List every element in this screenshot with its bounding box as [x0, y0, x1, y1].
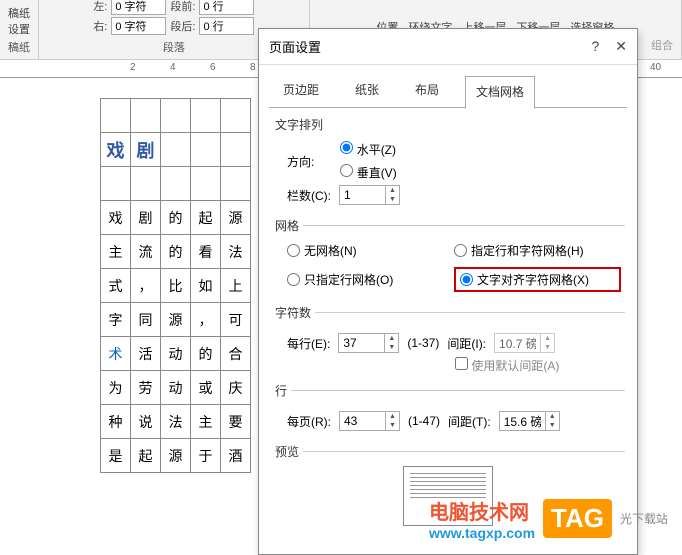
tab-grid[interactable]: 文档网格 [465, 76, 535, 109]
char-spacing-label: 间距(I): [447, 335, 486, 352]
per-line-input[interactable]: ▲▼ [338, 333, 399, 353]
line-spacing-label: 间距(T): [448, 413, 491, 430]
paper-group-label: 稿纸 [8, 39, 30, 55]
paper-settings-group: 稿纸 设置 稿纸 [0, 0, 39, 59]
watermark-site: 光下载站 [620, 510, 668, 527]
horizontal-radio[interactable]: 水平(Z) [340, 141, 396, 158]
per-line-label: 每行(E): [287, 335, 330, 352]
tab-paper[interactable]: 纸张 [345, 75, 389, 108]
lines-section: 行 [271, 382, 625, 399]
line-char-grid-radio[interactable]: 指定行和字符网格(H) [454, 242, 621, 259]
indent-right-input[interactable] [111, 17, 166, 35]
per-page-input[interactable]: ▲▼ [339, 411, 400, 431]
char-spacing-input[interactable]: ▲▼ [494, 333, 555, 353]
chars-title: 字符数 [271, 304, 315, 321]
dialog-tabs: 页边距 纸张 布局 文档网格 [259, 65, 637, 108]
watermark-tag: TAG [543, 499, 612, 538]
watermark: 电脑技术网 www.tagxp.com TAG 光下载站 [425, 492, 672, 545]
line-spacing-input[interactable]: ▲▼ [499, 411, 560, 431]
columns-label: 栏数(C): [287, 187, 331, 204]
per-page-label: 每页(R): [287, 413, 331, 430]
watermark-title: 电脑技术网 [429, 496, 535, 525]
grid-section: 网格 [271, 217, 625, 234]
text-direction-title: 文字排列 [275, 116, 621, 133]
dialog-title: 页面设置 [269, 37, 321, 56]
watermark-url: www.tagxp.com [429, 525, 535, 541]
paper-settings-button[interactable]: 稿纸 设置 [8, 5, 30, 37]
align-char-radio[interactable]: 文字对齐字符网格(X) [454, 267, 621, 292]
per-page-range: (1-47) [408, 414, 440, 428]
spacing-before-input[interactable] [199, 0, 254, 15]
group-button[interactable]: 组合 [651, 37, 673, 53]
preview-title: 预览 [271, 443, 303, 460]
manuscript-grid: 戏 剧 戏剧的起源 主流的看法 式，比如上 字同源，可 术活动的合 为劳动或庆 … [100, 98, 251, 473]
tab-layout[interactable]: 布局 [405, 75, 449, 108]
default-spacing-checkbox[interactable]: 使用默认间距(A) [455, 359, 559, 373]
grid-title: 网格 [271, 217, 303, 234]
text-direction-section: 文字排列 方向: 水平(Z) 垂直(V) 栏数(C): ▲▼ [259, 108, 637, 213]
help-button[interactable]: ? [591, 38, 599, 55]
chars-section: 字符数 [271, 304, 625, 321]
line-only-radio[interactable]: 只指定行网格(O) [287, 267, 454, 292]
indent-left-label: 左: [93, 0, 107, 14]
title-char: 剧 [131, 133, 161, 167]
no-grid-radio[interactable]: 无网格(N) [287, 242, 454, 259]
lines-title: 行 [271, 382, 291, 399]
close-button[interactable]: ✕ [615, 38, 627, 55]
page-setup-dialog: 页面设置 ? ✕ 页边距 纸张 布局 文档网格 文字排列 方向: 水平(Z) 垂… [258, 28, 638, 555]
preview-section: 预览 [271, 443, 625, 460]
paragraph-group-label: 段落 [163, 39, 185, 55]
indent-right-label: 右: [93, 18, 107, 34]
indent-left-input[interactable] [111, 0, 166, 15]
spacing-after-input[interactable] [199, 17, 254, 35]
spacing-after-label: 段后: [170, 18, 195, 34]
per-line-range: (1-37) [407, 336, 439, 350]
tab-margins[interactable]: 页边距 [273, 75, 329, 108]
dialog-titlebar: 页面设置 ? ✕ [259, 29, 637, 65]
spacing-before-label: 段前: [170, 0, 195, 14]
direction-label: 方向: [287, 153, 314, 170]
columns-input[interactable]: ▲▼ [339, 185, 400, 205]
vertical-radio[interactable]: 垂直(V) [340, 164, 396, 181]
title-char: 戏 [101, 133, 131, 167]
